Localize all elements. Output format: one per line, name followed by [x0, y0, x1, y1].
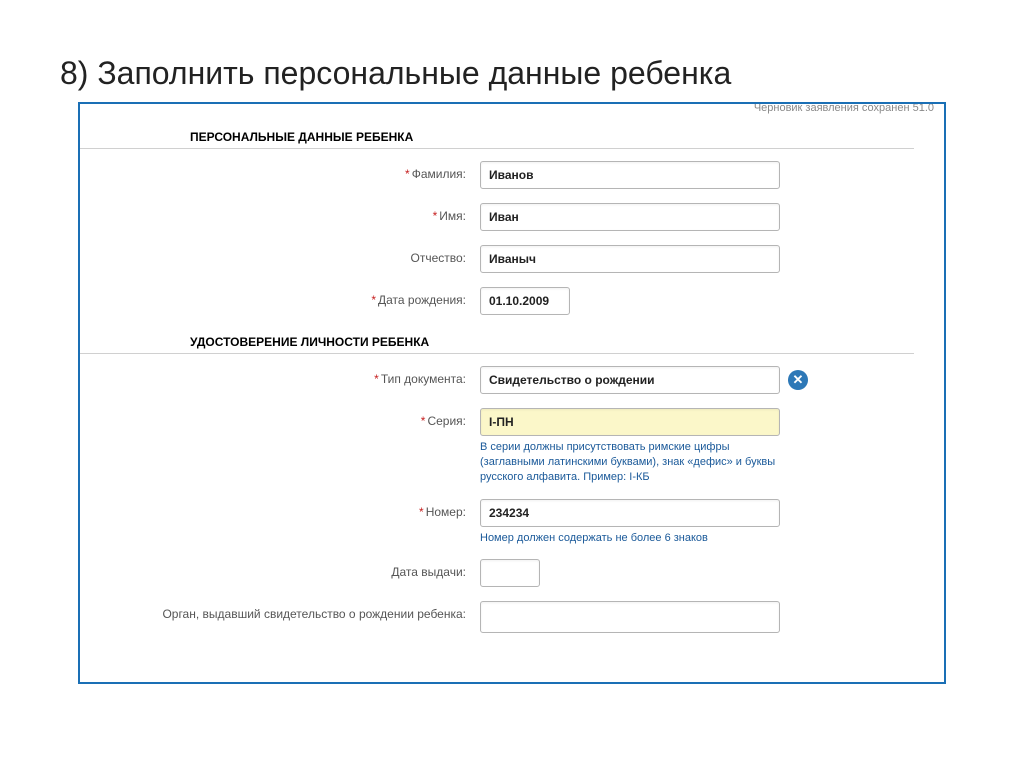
row-doc-type: *Тип документа: ✕	[80, 366, 944, 394]
input-series[interactable]	[480, 408, 780, 436]
label-dob-text: Дата рождения:	[378, 293, 466, 307]
required-marker: *	[405, 167, 410, 181]
label-surname-text: Фамилия:	[412, 167, 466, 181]
label-dob: *Дата рождения:	[80, 287, 480, 307]
input-surname[interactable]	[480, 161, 780, 189]
input-number[interactable]	[480, 499, 780, 527]
row-dob: *Дата рождения:	[80, 287, 944, 315]
label-series-text: Серия:	[427, 414, 466, 428]
form-body: ПЕРСОНАЛЬНЫЕ ДАННЫЕ РЕБЕНКА *Фамилия: *И…	[80, 104, 944, 633]
section-personal-title: ПЕРСОНАЛЬНЫЕ ДАННЫЕ РЕБЕНКА	[80, 124, 914, 149]
label-doc-type: *Тип документа:	[80, 366, 480, 386]
label-name: *Имя:	[80, 203, 480, 223]
label-series: *Серия:	[80, 408, 480, 428]
label-issuing-org-text: Орган, выдавший свидетельство о рождении…	[162, 607, 466, 621]
required-marker: *	[374, 372, 379, 386]
label-doc-type-text: Тип документа:	[381, 372, 466, 386]
required-marker: *	[421, 414, 426, 428]
label-patronymic: Отчество:	[80, 245, 480, 265]
hint-series: В серии должны присутствовать римские ци…	[480, 440, 790, 485]
label-number: *Номер:	[80, 499, 480, 519]
label-issue-date: Дата выдачи:	[80, 559, 480, 579]
row-number: *Номер: Номер должен содержать не более …	[80, 499, 944, 546]
input-issue-date[interactable]	[480, 559, 540, 587]
row-patronymic: Отчество:	[80, 245, 944, 273]
row-name: *Имя:	[80, 203, 944, 231]
input-issuing-org[interactable]	[480, 601, 780, 633]
draft-saved-note: Черновик заявления сохранен 51.0	[754, 102, 934, 114]
required-marker: *	[371, 293, 376, 307]
label-issuing-org: Орган, выдавший свидетельство о рождении…	[80, 601, 480, 623]
label-surname: *Фамилия:	[80, 161, 480, 181]
required-marker: *	[433, 209, 438, 223]
input-doc-type[interactable]	[480, 366, 780, 394]
row-series: *Серия: В серии должны присутствовать ри…	[80, 408, 944, 485]
clear-icon[interactable]: ✕	[788, 370, 808, 390]
input-name[interactable]	[480, 203, 780, 231]
label-issue-date-text: Дата выдачи:	[391, 565, 466, 579]
input-patronymic[interactable]	[480, 245, 780, 273]
input-dob[interactable]	[480, 287, 570, 315]
form-frame: Черновик заявления сохранен 51.0 ПЕРСОНА…	[78, 102, 946, 684]
row-issue-date: Дата выдачи:	[80, 559, 944, 587]
row-surname: *Фамилия:	[80, 161, 944, 189]
required-marker: *	[419, 505, 424, 519]
hint-number: Номер должен содержать не более 6 знаков	[480, 531, 790, 546]
section-identity-title: УДОСТОВЕРЕНИЕ ЛИЧНОСТИ РЕБЕНКА	[80, 329, 914, 354]
label-patronymic-text: Отчество:	[411, 251, 467, 265]
label-name-text: Имя:	[439, 209, 466, 223]
slide-title: 8) Заполнить персональные данные ребенка	[0, 0, 1024, 102]
row-issuing-org: Орган, выдавший свидетельство о рождении…	[80, 601, 944, 633]
label-number-text: Номер:	[426, 505, 466, 519]
